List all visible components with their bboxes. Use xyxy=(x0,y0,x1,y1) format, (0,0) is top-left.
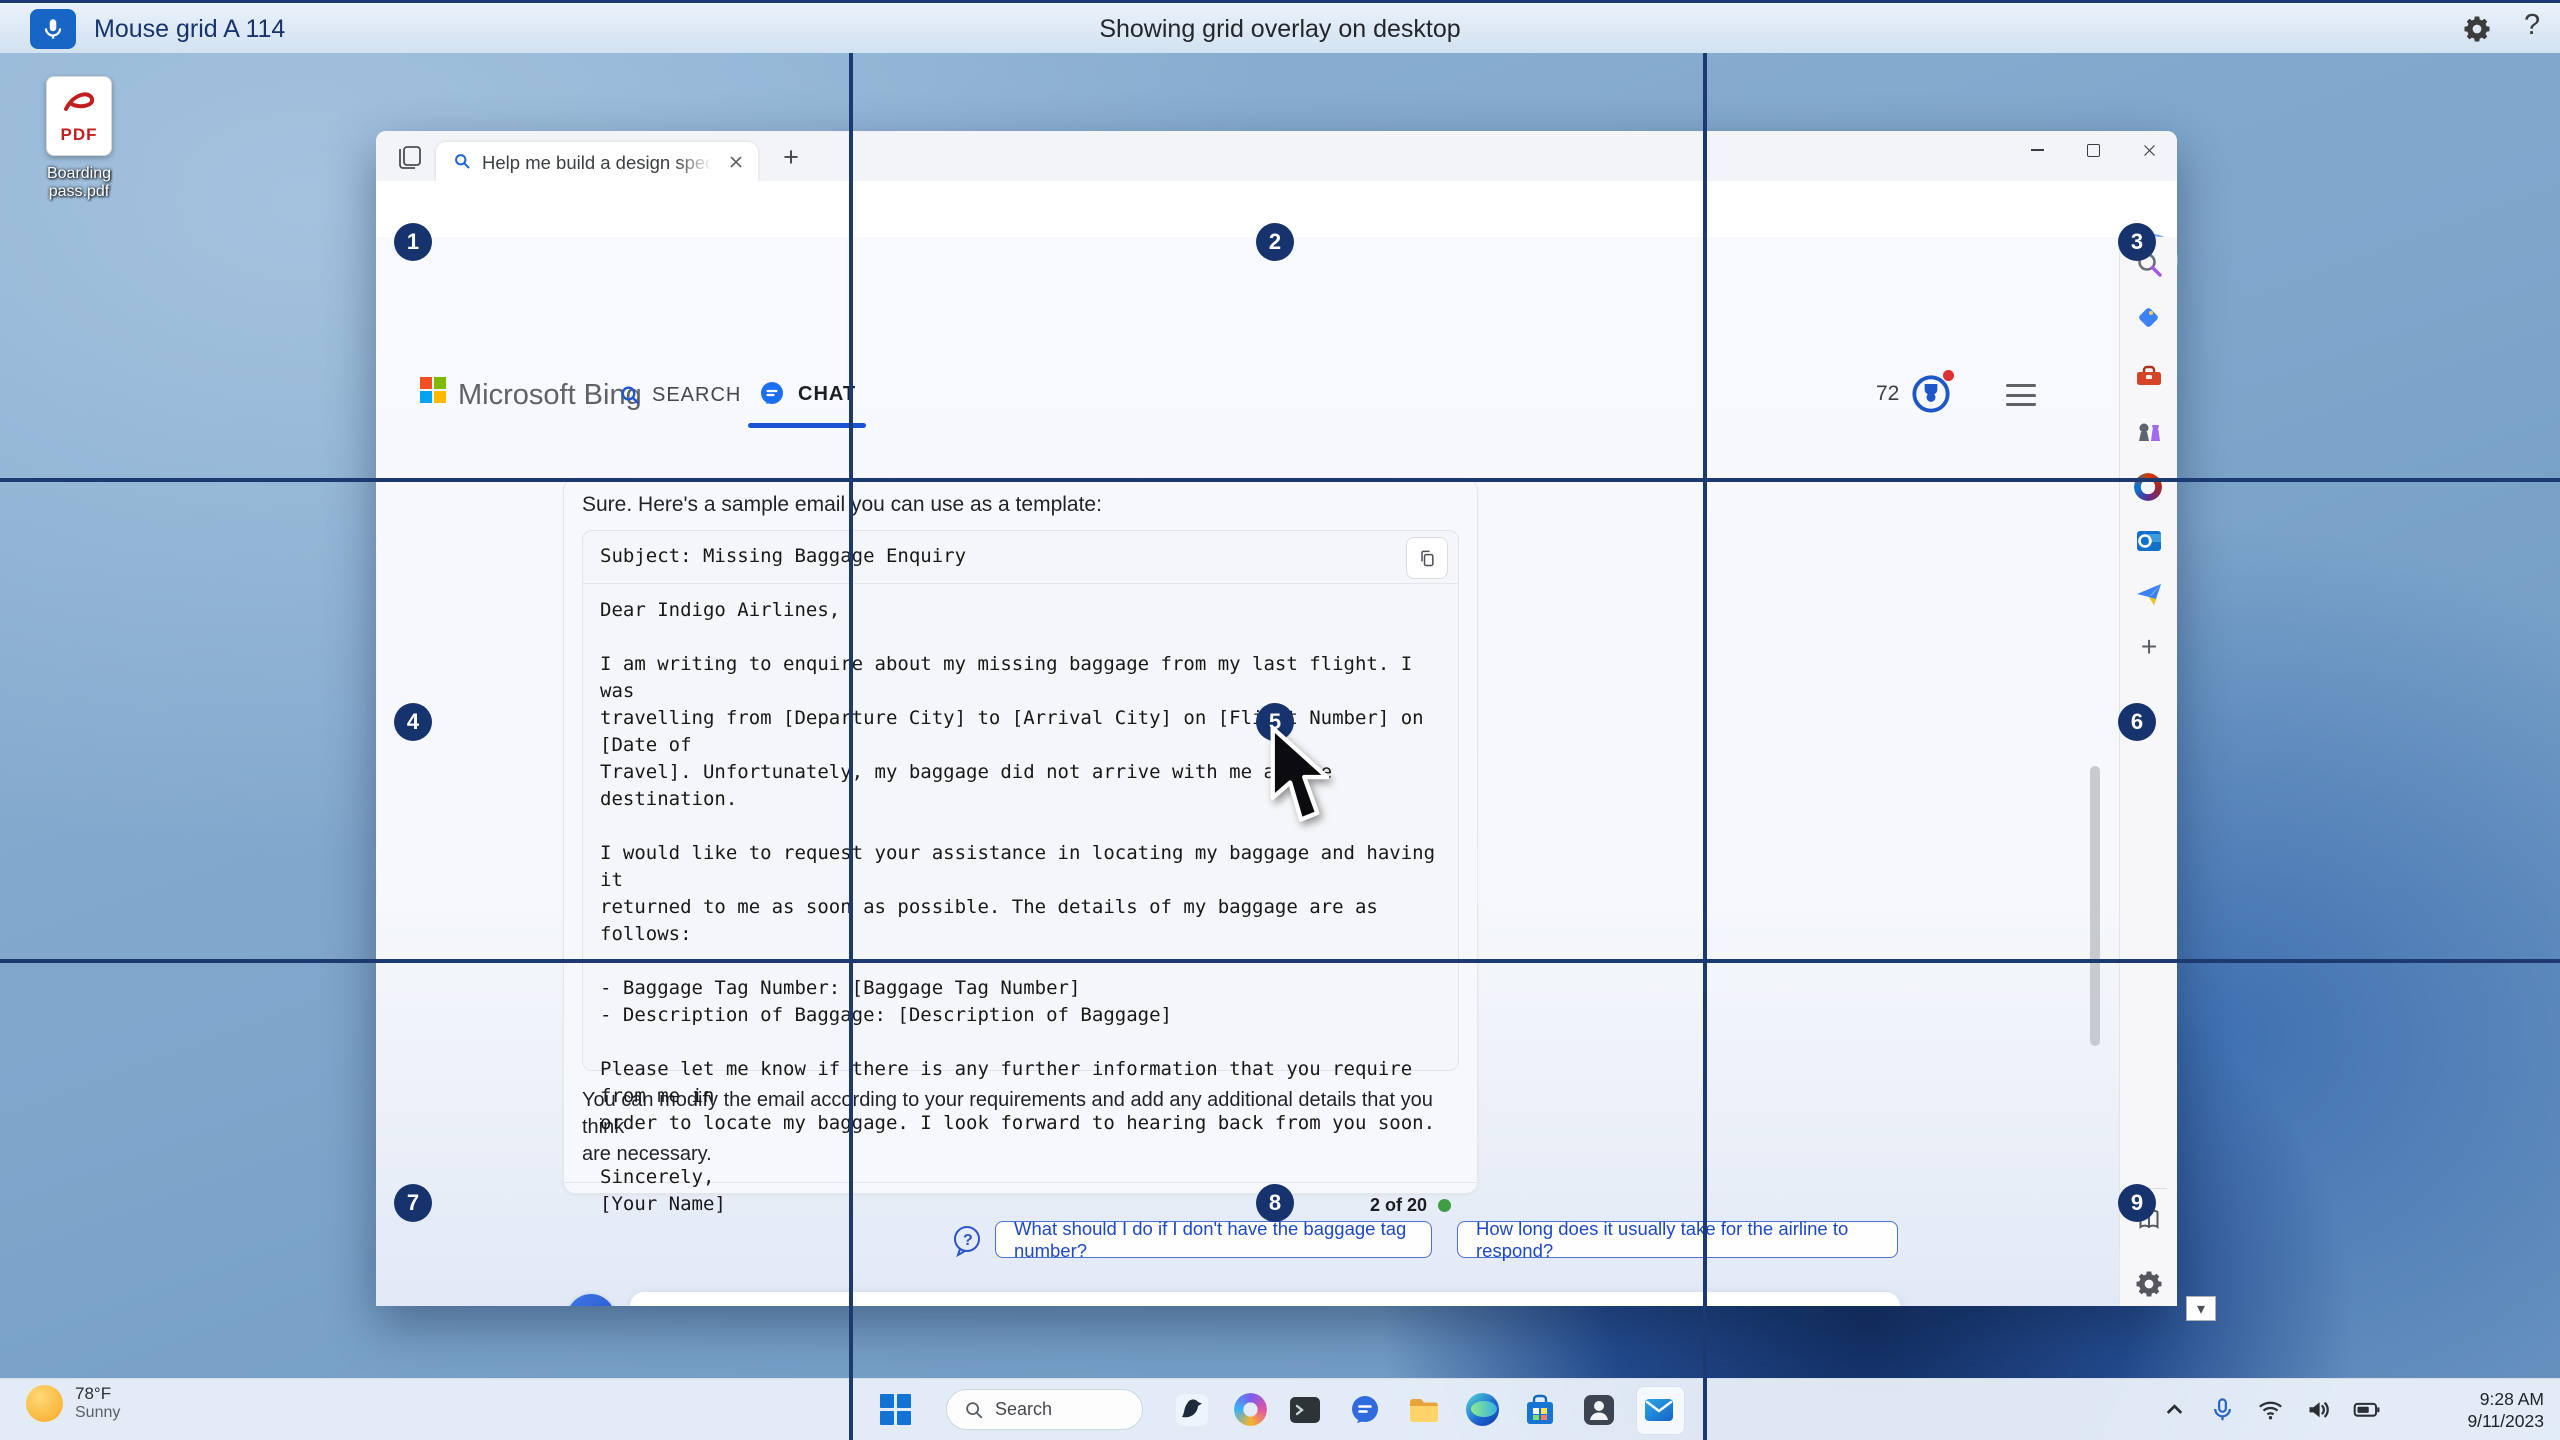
new-topic-broom-button[interactable] xyxy=(567,1294,615,1306)
tab-strip: Help me build a design specifica + xyxy=(376,131,2177,181)
copilot-icon[interactable] xyxy=(1234,1393,1268,1427)
dark-app-icon[interactable] xyxy=(1288,1393,1322,1427)
voice-access-help-icon[interactable]: ? xyxy=(2524,9,2540,42)
desktop-icon-boarding-pass-pdf[interactable]: PDF Boarding pass.pdf xyxy=(20,76,138,201)
browser-tab[interactable]: Help me build a design specifica xyxy=(436,142,758,181)
volume-icon[interactable] xyxy=(2305,1396,2332,1423)
rewards-counter[interactable]: 72 xyxy=(1876,374,1951,414)
window-maximize-button[interactable] xyxy=(2065,131,2121,169)
window-minimize-button[interactable] xyxy=(2009,131,2065,169)
bird-app-icon[interactable] xyxy=(1175,1393,1209,1427)
battery-icon[interactable] xyxy=(2353,1396,2380,1423)
taskbar: 78°FSunny Search xyxy=(0,1378,2560,1440)
date-text: 9/11/2023 xyxy=(2467,1410,2544,1432)
tab-title: Help me build a design specifica xyxy=(482,152,712,174)
window-close-button[interactable] xyxy=(2121,131,2177,169)
taskbar-search-box[interactable]: Search xyxy=(946,1389,1143,1430)
add-plus-icon[interactable]: + xyxy=(2134,633,2164,663)
bing-page: Microsoft Bing SEARCH CHAT 72 xyxy=(376,237,2120,1306)
taskbar-weather-widget[interactable]: 78°FSunny xyxy=(26,1384,120,1422)
tab-search-icon xyxy=(452,151,472,171)
tab-workspaces-icon[interactable] xyxy=(396,145,426,171)
tab-close-icon[interactable] xyxy=(726,152,746,172)
microsoft-store-icon[interactable] xyxy=(1523,1393,1557,1427)
grid-cell-9: 9 xyxy=(2118,1184,2156,1222)
search-tab-icon xyxy=(618,383,642,407)
weather-sun-icon xyxy=(26,1385,63,1422)
file-explorer-icon[interactable] xyxy=(1407,1393,1441,1427)
status-dot xyxy=(1438,1199,1451,1212)
window-controls xyxy=(2009,131,2177,169)
desktop-screen: PDF Boarding pass.pdf Help me build a de… xyxy=(0,0,2560,1440)
grid-cell-6: 6 xyxy=(2118,703,2156,741)
grid-cell-7: 7 xyxy=(394,1184,432,1222)
wifi-icon[interactable] xyxy=(2257,1396,2284,1423)
notification-dot xyxy=(1943,370,1954,381)
tools-toolbox-icon[interactable] xyxy=(2134,361,2164,391)
start-button[interactable] xyxy=(880,1394,912,1426)
voice-access-settings-gear-icon[interactable] xyxy=(2462,14,2492,44)
hamburger-menu-icon[interactable] xyxy=(2006,384,2036,406)
email-subject-line: Subject: Missing Baggage Enquiry xyxy=(600,545,966,567)
outlook-mail-icon[interactable] xyxy=(1642,1393,1676,1427)
edge-icon[interactable] xyxy=(1466,1393,1500,1427)
voice-access-bar: Mouse grid A 114 Showing grid overlay on… xyxy=(0,0,2560,53)
outlook-icon[interactable] xyxy=(2134,526,2164,556)
tab-chat[interactable]: CHAT xyxy=(758,380,856,408)
grid-cell-3: 3 xyxy=(2118,223,2156,261)
grid-vertical-line-2 xyxy=(1703,53,1707,1440)
shopping-tag-icon[interactable] xyxy=(2134,303,2164,333)
taskbar-search-icon xyxy=(963,1399,985,1421)
grid-horizontal-line-1 xyxy=(0,478,2560,482)
chat-response-card: Sure. Here's a sample email you can use … xyxy=(563,478,1478,1194)
grid-cell-8: 8 xyxy=(1256,1184,1294,1222)
code-block-header: Subject: Missing Baggage Enquiry xyxy=(583,531,1458,584)
suggestion-chip-1[interactable]: What should I do if I don't have the bag… xyxy=(995,1221,1432,1258)
chat-input-box[interactable]: Ask me anything... 0/2000 xyxy=(630,1292,1900,1306)
sidebar-collapse-button[interactable]: ▾ xyxy=(2186,1296,2216,1321)
response-intro-text: Sure. Here's a sample email you can use … xyxy=(582,493,1459,517)
drop-paper-plane-icon[interactable] xyxy=(2134,579,2164,609)
suggestion-chip-2[interactable]: How long does it usually take for the ai… xyxy=(1457,1221,1898,1258)
weather-temp: 78°F xyxy=(75,1384,120,1404)
pdf-file-icon: PDF xyxy=(46,76,112,156)
weather-condition: Sunny xyxy=(75,1404,120,1422)
tray-microphone-icon[interactable] xyxy=(2209,1396,2236,1423)
edge-sidebar: + xyxy=(2119,237,2177,1306)
svg-text:?: ? xyxy=(963,1232,973,1249)
rewards-medal-icon xyxy=(1911,374,1951,414)
voice-access-status-text: Showing grid overlay on desktop xyxy=(0,15,2560,44)
people-app-icon[interactable] xyxy=(1582,1393,1616,1427)
copy-button[interactable] xyxy=(1406,537,1448,579)
desktop-icon-label: Boarding pass.pdf xyxy=(20,165,138,201)
bing-brand-text[interactable]: Microsoft Bing xyxy=(458,379,642,412)
email-body-text: Dear Indigo Airlines, I am writing to en… xyxy=(583,584,1458,1231)
time-text: 9:28 AM xyxy=(2467,1388,2544,1410)
pdf-badge: PDF xyxy=(47,125,111,145)
page-scrollbar-thumb[interactable] xyxy=(2090,766,2100,1046)
mouse-cursor xyxy=(1268,726,1334,826)
games-icon[interactable] xyxy=(2134,416,2164,446)
chat-icon[interactable] xyxy=(1348,1393,1382,1427)
microsoft-logo xyxy=(420,377,446,403)
tab-search[interactable]: SEARCH xyxy=(618,383,741,407)
sidebar-settings-gear-icon[interactable] xyxy=(2134,1269,2164,1299)
grid-cell-4: 4 xyxy=(394,703,432,741)
chat-tab-icon xyxy=(758,380,786,408)
grid-horizontal-line-2 xyxy=(0,959,2560,963)
turn-counter: 2 of 20 xyxy=(1370,1195,1427,1216)
suggestion-help-icon: ? xyxy=(948,1221,986,1259)
grid-cell-1: 1 xyxy=(394,223,432,261)
taskbar-search-label: Search xyxy=(995,1399,1052,1420)
system-tray xyxy=(2161,1396,2380,1423)
grid-vertical-line-1 xyxy=(849,53,853,1440)
taskbar-clock[interactable]: 9:28 AM 9/11/2023 xyxy=(2467,1388,2544,1432)
hidden-icons-chevron[interactable] xyxy=(2161,1396,2188,1423)
new-tab-button[interactable]: + xyxy=(774,143,808,173)
grid-cell-2: 2 xyxy=(1256,223,1294,261)
